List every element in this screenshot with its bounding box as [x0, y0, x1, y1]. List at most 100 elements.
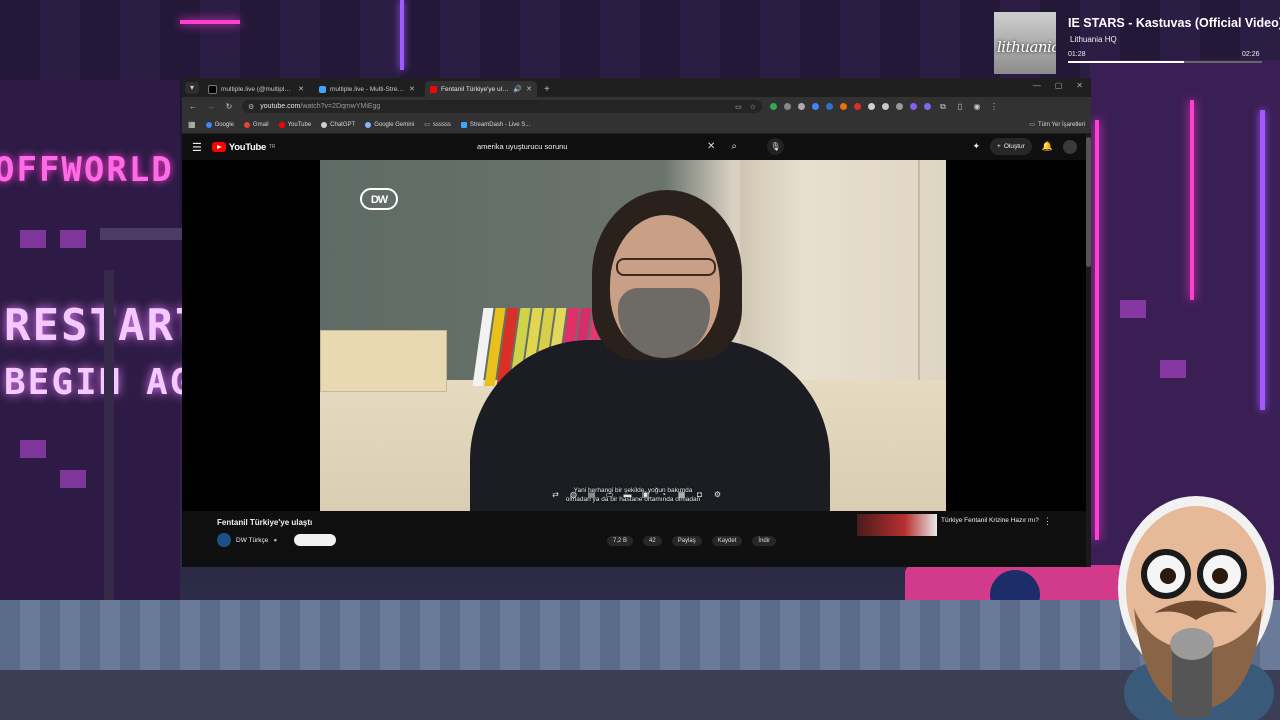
extension-icon[interactable] [826, 103, 833, 110]
video-frame[interactable]: DW Yani herhangi bir şekilde, yoğun bakı… [320, 160, 946, 511]
video-title: Fentanil Türkiye'ye ulaştı [217, 518, 313, 527]
account-avatar[interactable] [1063, 139, 1077, 154]
sidewalk [0, 600, 1280, 670]
share-button[interactable]: Paylaş [671, 536, 702, 546]
streamdash-icon [460, 121, 467, 128]
extension-icon[interactable] [854, 103, 861, 110]
hamburger-menu-icon[interactable]: ☰ [192, 141, 202, 154]
close-icon[interactable]: ✕ [298, 85, 304, 93]
minimize-icon[interactable]: — [1033, 81, 1041, 90]
address-bar[interactable]: ⚙ youtube.com/watch?v=2DqmwYMiEgg ▭ ☆ [242, 100, 762, 113]
extension-icon[interactable] [924, 103, 931, 110]
captions-icon[interactable]: ▤ [586, 490, 598, 499]
forward-icon[interactable]: → [206, 102, 216, 111]
more-options-icon[interactable]: ⋮ [1043, 516, 1052, 527]
settings-gear-icon[interactable]: ⚙ [712, 490, 724, 499]
bookmark-youtube[interactable]: YouTube [278, 121, 311, 128]
youtube-icon [278, 121, 285, 128]
save-button[interactable]: Kaydet [711, 536, 743, 546]
profile-icon[interactable]: ◉ [972, 102, 982, 111]
extension-icon[interactable] [868, 103, 875, 110]
url-host: youtube.com [260, 103, 301, 110]
extension-icon[interactable] [896, 103, 903, 110]
close-window-icon[interactable]: ✕ [1076, 81, 1083, 90]
microphone-icon[interactable]: 🎙 [767, 138, 784, 155]
kebab-menu-icon[interactable]: ⋮ [989, 102, 999, 111]
premium-icon[interactable]: ✦ [972, 141, 980, 152]
header-actions: ✦ + Oluştur 🔔 [972, 138, 1077, 155]
verified-icon: ● [273, 536, 278, 544]
bookmark-star-icon[interactable]: ☆ [750, 103, 756, 111]
window-controls: — ▢ ✕ [1033, 81, 1083, 90]
tab-multiple-live[interactable]: multiple.live - Multi-Stream Dash ✕ [314, 81, 420, 97]
download-button[interactable]: İndir [752, 536, 777, 546]
close-icon[interactable]: ✕ [526, 85, 532, 93]
new-tab-button[interactable]: + [544, 84, 550, 95]
bookmark-gemini[interactable]: Google Gemini [365, 121, 414, 128]
tab-x[interactable]: multiple.live (@multiple_live) / X ✕ [203, 81, 309, 97]
theater-icon[interactable]: ▬ [622, 490, 634, 499]
cast-icon[interactable]: ▭ [735, 103, 742, 111]
site-info-icon[interactable]: ⚙ [248, 103, 254, 111]
speed-icon[interactable]: ◔ [658, 490, 670, 499]
extension-icon[interactable] [812, 103, 819, 110]
video-player[interactable]: DW Yani herhangi bir şekilde, yoğun bakı… [182, 160, 1091, 511]
bookmark-google[interactable]: Google [205, 121, 234, 128]
plus-icon: + [997, 143, 1001, 150]
speaker-icon[interactable]: 🔊 [513, 85, 522, 93]
search-icon[interactable]: ⌕ [731, 141, 737, 152]
bookmark-gmail[interactable]: Gmail [243, 121, 269, 128]
search-box[interactable]: amerika uyuşturucu sorunu ✕ ⌕ [477, 137, 737, 156]
extension-icon[interactable] [770, 103, 777, 110]
extension-icon[interactable] [798, 103, 805, 110]
create-button[interactable]: + Oluştur [990, 138, 1032, 155]
channel-name[interactable]: DW Türkçe [236, 537, 268, 544]
player-controls: ⇄ ◍ ▤ ▭ ▬ ▣ ◔ ▦ ◘ ⚙ [182, 490, 1091, 499]
elapsed-time: 01:28 [1068, 51, 1086, 58]
screenshot-icon[interactable]: ▦ [676, 490, 688, 499]
apps-grid-icon[interactable]: ▦ [188, 120, 196, 129]
youtube-logo[interactable]: YouTube TR [211, 142, 275, 153]
all-bookmarks[interactable]: ▭ Tüm Yer İşaretleri [1029, 121, 1085, 129]
channel-avatar[interactable] [217, 533, 231, 547]
progress-bar [1068, 61, 1262, 63]
tab-search-button[interactable]: ▾ [185, 82, 199, 94]
loop-icon[interactable]: ⇄ [550, 490, 562, 499]
tab-strip: ▾ multiple.live (@multiple_live) / X ✕ m… [182, 78, 1091, 97]
bookmark-streamdash[interactable]: StreamDash - Live S... [460, 121, 530, 128]
page-scrollbar[interactable] [1086, 133, 1091, 567]
maximize-icon[interactable]: ▢ [1055, 81, 1063, 90]
browser-toolbar: ← → ↻ ⚙ youtube.com/watch?v=2DqmwYMiEgg … [182, 97, 1091, 116]
extension-icon[interactable] [840, 103, 847, 110]
recommended-thumbnail[interactable] [857, 514, 937, 536]
multiple-live-icon [319, 85, 326, 93]
bookmark-folder[interactable]: ▭ ssssss [424, 121, 451, 129]
notifications-bell-icon[interactable]: 🔔 [1042, 141, 1053, 152]
scrollbar-thumb[interactable] [1086, 137, 1091, 267]
audio-icon[interactable]: ◍ [568, 490, 580, 499]
bookmark-chatgpt[interactable]: ChatGPT [321, 121, 355, 128]
reload-icon[interactable]: ↻ [224, 102, 234, 111]
recommended-video[interactable]: Türkiye Fentanil Krizine Hazır mı? ⋮ [857, 514, 1087, 549]
video-info: Fentanil Türkiye'ye ulaştı DW Türkçe ● 7… [182, 514, 1091, 549]
channel-row: DW Türkçe ● [217, 533, 337, 547]
subscribe-button[interactable] [294, 534, 337, 546]
pip-icon[interactable]: ▣ [640, 490, 652, 499]
comments-button[interactable]: 42 [643, 536, 662, 546]
clear-search-icon[interactable]: ✕ [707, 141, 715, 152]
back-icon[interactable]: ← [188, 102, 198, 111]
extension-icon[interactable] [784, 103, 791, 110]
like-button[interactable]: 7,2 B [607, 536, 634, 546]
extensions-puzzle-icon[interactable]: ⧉ [938, 102, 948, 112]
tab-youtube[interactable]: Fentanil Türkiye'ye ulaştı - YouTube 🔊 ✕ [425, 81, 537, 97]
extension-icon[interactable] [910, 103, 917, 110]
close-icon[interactable]: ✕ [409, 85, 415, 93]
extensions-area: ⧉ ▯ ◉ ⋮ [770, 102, 999, 112]
sidepanel-icon[interactable]: ▯ [955, 102, 965, 111]
extension-icon[interactable] [882, 103, 889, 110]
chatgpt-icon [321, 121, 328, 128]
miniplayer-icon[interactable]: ▭ [604, 490, 616, 499]
recommended-title[interactable]: Türkiye Fentanil Krizine Hazır mı? [941, 516, 1041, 525]
camera-icon[interactable]: ◘ [694, 490, 706, 499]
search-input[interactable]: amerika uyuşturucu sorunu [477, 142, 707, 151]
